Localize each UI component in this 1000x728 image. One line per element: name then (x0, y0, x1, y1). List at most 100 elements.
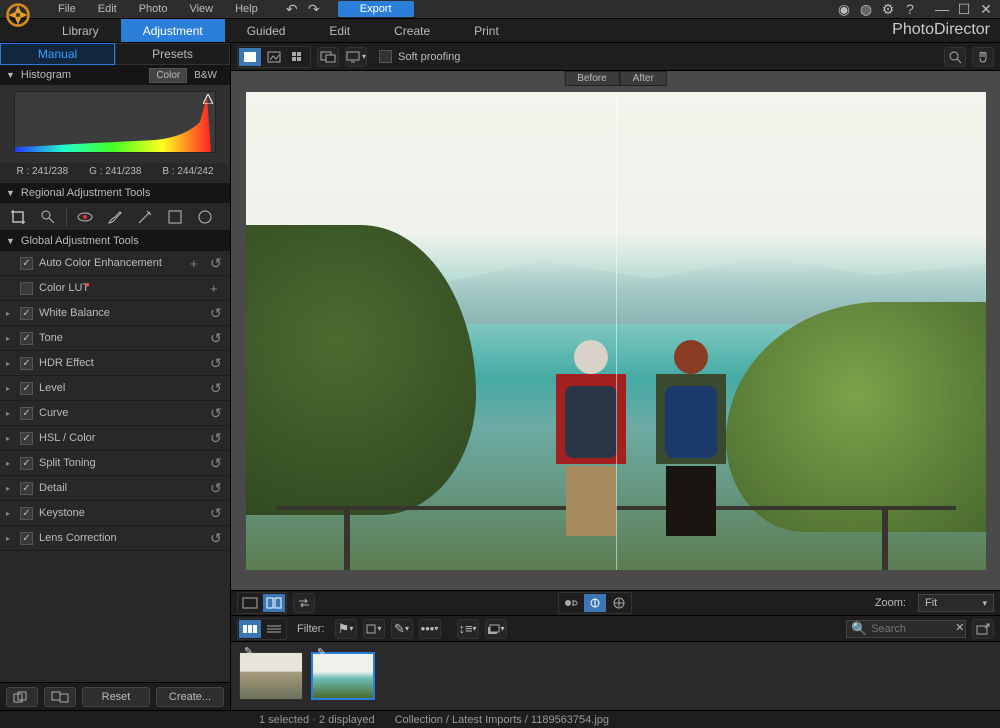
compare-side-icon[interactable] (263, 594, 285, 612)
adjustment-checkbox[interactable] (20, 532, 33, 545)
adjustment-row[interactable]: Auto Color Enhancement+↺ (0, 251, 230, 276)
reset-icon[interactable]: ↺ (210, 505, 224, 522)
export-button[interactable]: Export (338, 1, 414, 17)
crop-tool-icon[interactable] (4, 206, 32, 228)
adjustment-row[interactable]: Color LUT●+ (0, 276, 230, 301)
brush-tool-icon[interactable] (101, 206, 129, 228)
create-preset-button[interactable]: Create... (156, 687, 224, 707)
module-library[interactable]: Library (40, 19, 121, 42)
highlight-clip-icon[interactable] (203, 94, 213, 104)
monitor-dropdown-icon[interactable]: ▾ (345, 47, 367, 67)
module-create[interactable]: Create (372, 19, 452, 42)
reset-icon[interactable]: ↺ (210, 305, 224, 322)
reset-icon[interactable]: ↺ (210, 380, 224, 397)
thumbnail[interactable]: ✎ (239, 652, 303, 700)
filter-label-icon[interactable]: ▾ (363, 619, 385, 639)
module-edit[interactable]: Edit (307, 19, 372, 42)
reset-icon[interactable]: ↺ (210, 330, 224, 347)
after-tab[interactable]: After (620, 71, 667, 86)
subtab-presets[interactable]: Presets (115, 43, 230, 65)
adjustment-row[interactable]: ▸Split Toning↺ (0, 451, 230, 476)
reset-icon[interactable]: ↺ (210, 455, 224, 472)
adjustment-checkbox[interactable] (20, 282, 33, 295)
maximize-icon[interactable]: ☐ (954, 1, 974, 17)
notifications-icon[interactable]: ◍ (856, 1, 876, 17)
soft-proofing-toggle[interactable]: Soft proofing (379, 50, 460, 63)
filmstrip-search[interactable]: 🔍 ✕ (846, 620, 966, 638)
redo-icon[interactable]: ↷ (304, 1, 324, 17)
settings-icon[interactable]: ⚙ (878, 1, 898, 17)
filter-edit-icon[interactable]: ✎▾ (391, 619, 413, 639)
global-tools-header[interactable]: ▼ Global Adjustment Tools (0, 231, 230, 251)
search-input[interactable] (871, 623, 951, 635)
histogram-mode-bw[interactable]: B&W (187, 68, 224, 83)
menu-photo[interactable]: Photo (129, 1, 178, 17)
clear-search-icon[interactable]: ✕ (955, 623, 964, 634)
soft-proofing-checkbox[interactable] (379, 50, 392, 63)
adjustment-checkbox[interactable] (20, 257, 33, 270)
menu-help[interactable]: Help (225, 1, 268, 17)
radial-mask-icon[interactable] (191, 206, 219, 228)
reset-icon[interactable]: ↺ (210, 405, 224, 422)
copy-adjustments-icon[interactable] (6, 687, 38, 707)
adjustment-checkbox[interactable] (20, 382, 33, 395)
adjustment-row[interactable]: ▸Lens Correction↺ (0, 526, 230, 551)
account-icon[interactable]: ◉ (834, 1, 854, 17)
menu-view[interactable]: View (179, 1, 223, 17)
adjustment-row[interactable]: ▸Keystone↺ (0, 501, 230, 526)
add-icon[interactable]: + (190, 256, 204, 271)
adjustment-row[interactable]: ▸Level↺ (0, 376, 230, 401)
selection-brush-icon[interactable] (131, 206, 159, 228)
split-left-icon[interactable] (560, 594, 582, 612)
reset-icon[interactable]: ↺ (210, 530, 224, 547)
sort-icon[interactable]: ↕≡▾ (457, 619, 479, 639)
add-icon[interactable]: + (210, 281, 224, 296)
regional-tools-header[interactable]: ▼ Regional Adjustment Tools (0, 183, 230, 203)
help-icon[interactable]: ? (900, 1, 920, 17)
filmstrip-horizontal-icon[interactable] (239, 620, 261, 638)
menu-edit[interactable]: Edit (88, 1, 127, 17)
hand-tool-icon[interactable] (972, 47, 994, 67)
adjustment-row[interactable]: ▸HDR Effect↺ (0, 351, 230, 376)
compare-single-icon[interactable] (239, 594, 261, 612)
undo-icon[interactable]: ↶ (282, 1, 302, 17)
filmstrip-list-icon[interactable] (263, 620, 285, 638)
export-filmstrip-icon[interactable] (972, 619, 994, 639)
gradient-mask-icon[interactable] (161, 206, 189, 228)
before-tab[interactable]: Before (564, 71, 619, 86)
zoom-select[interactable]: Fit ▾ (918, 594, 994, 612)
close-icon[interactable]: ✕ (976, 1, 996, 17)
view-single-icon[interactable] (239, 48, 261, 66)
photo-preview[interactable] (246, 92, 986, 570)
thumbnail[interactable]: ✎ (311, 652, 375, 700)
red-eye-icon[interactable] (71, 206, 99, 228)
adjustment-checkbox[interactable] (20, 507, 33, 520)
split-center-icon[interactable] (584, 594, 606, 612)
module-print[interactable]: Print (452, 19, 521, 42)
adjustment-checkbox[interactable] (20, 457, 33, 470)
reset-icon[interactable]: ↺ (210, 430, 224, 447)
filter-more-icon[interactable]: •••▾ (419, 619, 441, 639)
reset-icon[interactable]: ↺ (210, 255, 224, 272)
adjustment-checkbox[interactable] (20, 407, 33, 420)
reset-icon[interactable]: ↺ (210, 480, 224, 497)
swap-compare-icon[interactable] (293, 593, 315, 613)
module-adjustment[interactable]: Adjustment (121, 19, 225, 42)
adjustment-checkbox[interactable] (20, 332, 33, 345)
adjustment-row[interactable]: ▸Tone↺ (0, 326, 230, 351)
histogram-mode-color[interactable]: Color (149, 68, 187, 83)
paste-adjustments-icon[interactable] (44, 687, 76, 707)
secondary-display-icon[interactable] (317, 47, 339, 67)
split-right-icon[interactable] (608, 594, 630, 612)
stack-icon[interactable]: ▾ (485, 619, 507, 639)
adjustment-checkbox[interactable] (20, 357, 33, 370)
view-grid-icon[interactable] (287, 48, 309, 66)
adjustment-checkbox[interactable] (20, 482, 33, 495)
menu-file[interactable]: File (48, 1, 86, 17)
adjustment-checkbox[interactable] (20, 432, 33, 445)
reset-button[interactable]: Reset (82, 687, 150, 707)
adjustment-row[interactable]: ▸HSL / Color↺ (0, 426, 230, 451)
subtab-manual[interactable]: Manual (0, 43, 115, 65)
module-guided[interactable]: Guided (225, 19, 308, 42)
adjustment-row[interactable]: ▸Detail↺ (0, 476, 230, 501)
